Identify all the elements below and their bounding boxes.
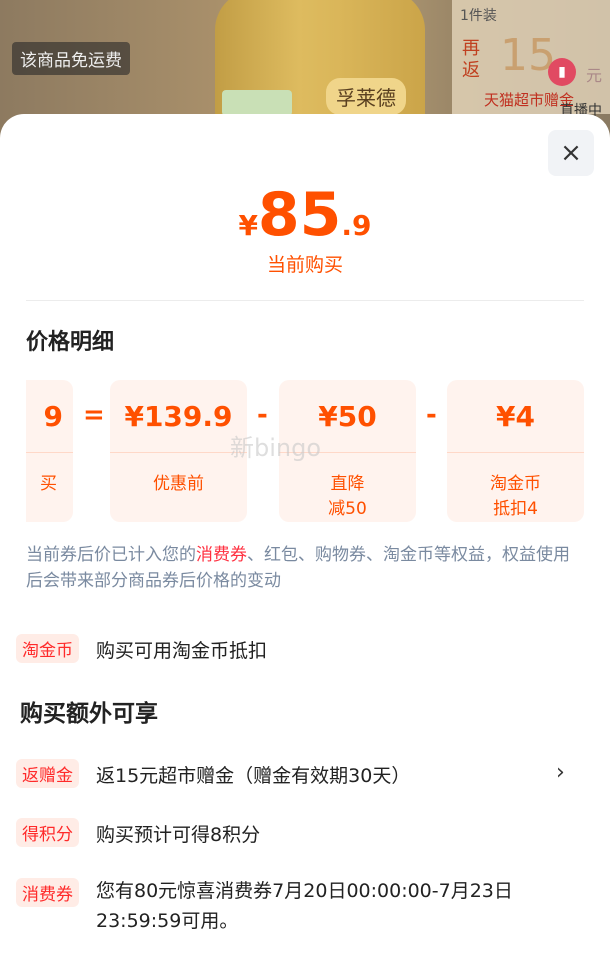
promo-text: 再返 — [462, 38, 480, 81]
watermark: 新bingo — [230, 434, 322, 462]
current-price: ¥85.9 — [0, 180, 610, 250]
benefit-tag: 返赠金 — [16, 759, 79, 788]
breakdown-card-coins: ¥4 淘金币 抵扣4 — [447, 380, 584, 522]
minus-sign: - — [257, 400, 268, 430]
note-text: 当前券后价已计入您的 — [26, 545, 196, 565]
extra-benefits-title: 购买额外可享 — [20, 701, 158, 727]
taojinbi-tag: 淘金币 — [16, 634, 79, 663]
minus-sign: - — [426, 400, 437, 430]
product-brand: 孚莱德 — [326, 78, 406, 115]
benefit-tag: 消费券 — [16, 878, 79, 907]
chevron-right-icon[interactable]: › — [556, 760, 565, 785]
taojinbi-text: 购买可用淘金币抵扣 — [96, 640, 268, 662]
product-label — [222, 90, 292, 116]
breakdown-card-original: ¥139.9 优惠前 — [110, 380, 247, 522]
card-label: 买 — [40, 474, 57, 494]
breakdown-card-current: 9 买 — [26, 380, 73, 522]
price-label: 当前购买 — [266, 254, 343, 276]
close-button[interactable]: × — [548, 130, 594, 176]
card-value: ¥4 — [496, 400, 535, 433]
live-chart-icon[interactable]: ▮ — [548, 58, 576, 86]
breakdown-title: 价格明细 — [26, 330, 115, 355]
card-label: 直降 减50 — [328, 474, 367, 519]
card-value: ¥139.9 — [124, 400, 233, 433]
price-note: 当前券后价已计入您的消费券、红包、购物券、淘金币等权益，权益使用后会带来部分商品… — [26, 542, 586, 594]
divider — [26, 300, 584, 301]
close-icon: × — [560, 138, 582, 168]
benefit-text: 您有80元惊喜消费券7月20日00:00:00-7月23日23:59:59可用。 — [96, 880, 513, 932]
card-label: 淘金币 抵扣4 — [490, 474, 541, 519]
price-decimal: .9 — [341, 209, 372, 242]
promo-count: 1件装 — [460, 8, 497, 24]
price-currency: ¥ — [238, 209, 258, 242]
benefit-tag: 得积分 — [16, 818, 79, 847]
promo-unit: 元 — [586, 66, 603, 85]
card-label: 优惠前 — [153, 474, 204, 494]
coupon-link[interactable]: 消费券 — [196, 545, 247, 565]
benefit-text: 购买预计可得8积分 — [96, 824, 261, 846]
card-value: 9 — [43, 400, 63, 433]
benefit-text: 返15元超市赠金（赠金有效期30天） — [96, 765, 411, 787]
free-shipping-badge: 该商品免运费 — [12, 42, 130, 75]
price-integer: 85 — [257, 180, 342, 250]
equals-sign: = — [83, 400, 105, 430]
